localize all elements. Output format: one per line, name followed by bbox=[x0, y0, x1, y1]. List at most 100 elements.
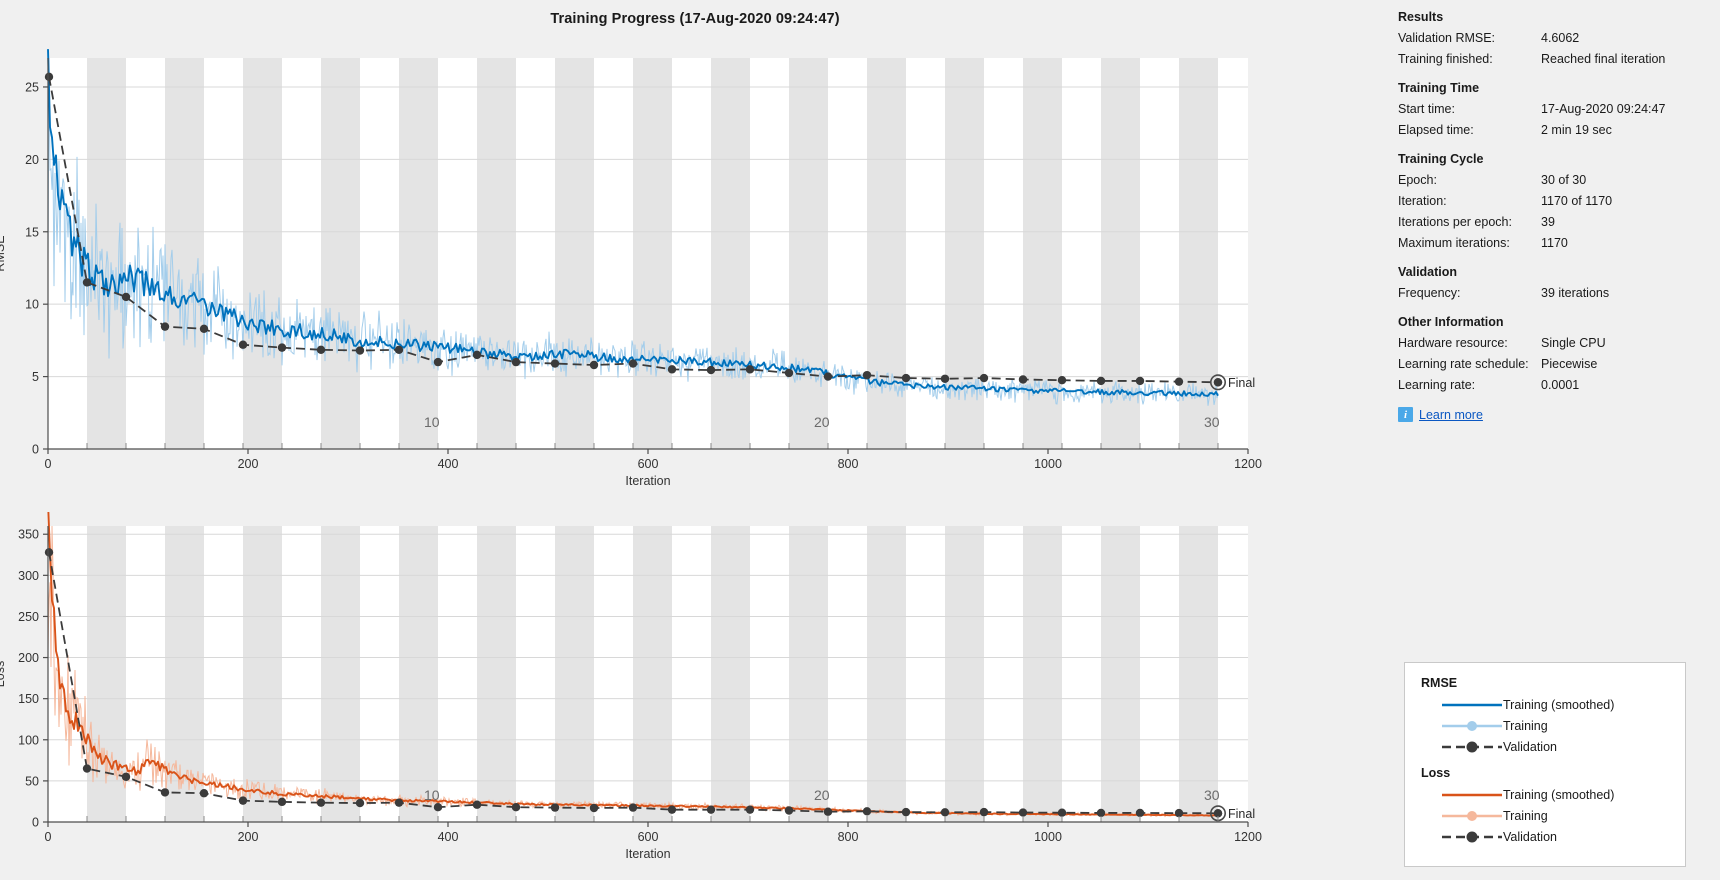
info-row: Epoch: 30 of 30 bbox=[1398, 173, 1720, 188]
legend-swatch-icon bbox=[1441, 808, 1503, 824]
info-key: Frequency: bbox=[1398, 286, 1461, 300]
x-tick-label: 800 bbox=[838, 830, 859, 844]
validation-point bbox=[511, 803, 521, 812]
learn-more-row[interactable]: i Learn more bbox=[1398, 407, 1720, 422]
validation-point bbox=[784, 368, 794, 378]
epoch-label: 20 bbox=[814, 414, 830, 430]
y-tick-label: 25 bbox=[25, 80, 39, 94]
x-tick-label: 600 bbox=[638, 457, 659, 471]
legend-item[interactable]: Validation bbox=[1419, 736, 1671, 757]
info-row: Iterations per epoch: 39 bbox=[1398, 215, 1720, 230]
y-tick-label: 5 bbox=[32, 370, 39, 384]
validation-point bbox=[550, 359, 560, 368]
validation-point bbox=[628, 803, 638, 812]
validation-point bbox=[44, 72, 54, 82]
y-tick-label: 50 bbox=[25, 774, 39, 788]
info-section-validation: Validation Frequency: 39 iterations bbox=[1398, 265, 1720, 301]
legend-item[interactable]: Validation bbox=[1419, 826, 1671, 847]
validation-point bbox=[199, 324, 209, 334]
epoch-label: 10 bbox=[424, 414, 440, 430]
epoch-label: 10 bbox=[424, 787, 440, 803]
info-value: 39 bbox=[1541, 215, 1555, 229]
validation-point bbox=[784, 806, 794, 815]
x-tick-label: 800 bbox=[838, 457, 859, 471]
loss-chart-svg: Final10 20 300501001502002503003500 200 400 6… bbox=[0, 512, 1262, 861]
validation-point bbox=[1096, 376, 1106, 386]
validation-point bbox=[1057, 808, 1067, 817]
epoch-band bbox=[633, 58, 672, 449]
validation-point bbox=[277, 343, 287, 352]
page-title: Training Progress (17-Aug-2020 09:24:47) bbox=[550, 11, 840, 27]
epoch-band bbox=[867, 526, 906, 822]
validation-point bbox=[433, 803, 443, 812]
info-key: Epoch: bbox=[1398, 173, 1437, 187]
info-key: Learning rate schedule: bbox=[1398, 357, 1529, 371]
validation-point bbox=[745, 805, 755, 814]
loss-chart-panel: Final 10 20 30 0 50 100 150 200 250 300 350 0 200 400 6… bbox=[0, 512, 1390, 880]
validation-point bbox=[940, 808, 950, 817]
final-label: Final bbox=[1228, 376, 1255, 390]
learn-more-link[interactable]: Learn more bbox=[1419, 408, 1483, 422]
info-row: Validation RMSE: 4.6062 bbox=[1398, 31, 1720, 46]
info-key: Iterations per epoch: bbox=[1398, 215, 1512, 229]
validation-point bbox=[823, 372, 833, 381]
info-section-title: Other Information bbox=[1398, 315, 1504, 329]
y-tick-label: 10 bbox=[25, 298, 39, 312]
y-axis-label: RMSE bbox=[0, 235, 7, 271]
info-value: Reached final iteration bbox=[1541, 52, 1666, 66]
y-tick-label: 0 bbox=[32, 816, 39, 830]
legend-label: Training (smoothed) bbox=[1503, 787, 1615, 802]
epoch-band bbox=[1023, 526, 1062, 822]
validation-point bbox=[472, 350, 482, 360]
epoch-band bbox=[321, 58, 360, 449]
legend-group-loss: Loss Training (smoothed) Training Validatio… bbox=[1419, 766, 1671, 847]
legend-label: Validation bbox=[1503, 829, 1557, 844]
y-tick-label: 350 bbox=[18, 528, 39, 542]
validation-point bbox=[355, 346, 365, 355]
y-tick-label: 0 bbox=[32, 443, 39, 457]
legend-swatch-icon bbox=[1441, 697, 1503, 713]
y-tick-label: 300 bbox=[18, 569, 39, 583]
info-section-training-cycle: Training Cycle Epoch: 30 of 30 Iteration: 11… bbox=[1398, 152, 1720, 251]
legend-label: Training bbox=[1503, 718, 1548, 733]
epoch-band bbox=[165, 58, 204, 449]
validation-point bbox=[82, 278, 92, 287]
validation-point bbox=[862, 370, 872, 380]
legend-item[interactable]: Training (smoothed) bbox=[1419, 694, 1671, 715]
info-section-training-time: Training Time Start time: 17-Aug-2020 09:2… bbox=[1398, 81, 1720, 138]
validation-point bbox=[706, 805, 716, 814]
epoch-band bbox=[711, 526, 750, 822]
validation-point bbox=[1135, 808, 1145, 818]
validation-point bbox=[667, 805, 677, 814]
legend-item[interactable]: Training bbox=[1419, 805, 1671, 826]
validation-point bbox=[433, 357, 443, 367]
legend-item[interactable]: Training bbox=[1419, 715, 1671, 736]
info-row: Maximum iterations: 1170 bbox=[1398, 236, 1720, 251]
info-key: Training finished: bbox=[1398, 52, 1493, 66]
legend-swatch-icon bbox=[1441, 718, 1503, 734]
validation-point bbox=[160, 788, 170, 797]
validation-point bbox=[628, 359, 638, 368]
legend-group-title: Loss bbox=[1421, 766, 1451, 780]
y-tick-label: 100 bbox=[18, 733, 39, 747]
validation-point bbox=[589, 803, 599, 813]
legend-item[interactable]: Training (smoothed) bbox=[1419, 784, 1671, 805]
info-key: Elapsed time: bbox=[1398, 123, 1474, 137]
y-axis-label: Loss bbox=[0, 661, 7, 687]
validation-point bbox=[160, 322, 170, 331]
info-key: Iteration: bbox=[1398, 194, 1447, 208]
y-tick-label: 150 bbox=[18, 692, 39, 706]
validation-point bbox=[121, 772, 131, 781]
info-key: Learning rate: bbox=[1398, 378, 1476, 392]
validation-point bbox=[940, 374, 950, 383]
epoch-band bbox=[1101, 58, 1140, 449]
validation-point bbox=[511, 357, 521, 367]
validation-point bbox=[238, 796, 248, 805]
info-row: Training finished: Reached final iteratio… bbox=[1398, 52, 1720, 67]
epoch-band bbox=[789, 58, 828, 449]
x-tick-label: 600 bbox=[638, 830, 659, 844]
validation-point bbox=[1018, 375, 1028, 384]
rmse-chart-svg: Final 10 20 30 0 5 10 15 20 25 0 200 400 600 800 1000 12… bbox=[0, 49, 1262, 488]
epoch-band bbox=[1179, 526, 1218, 822]
validation-point bbox=[901, 807, 911, 817]
